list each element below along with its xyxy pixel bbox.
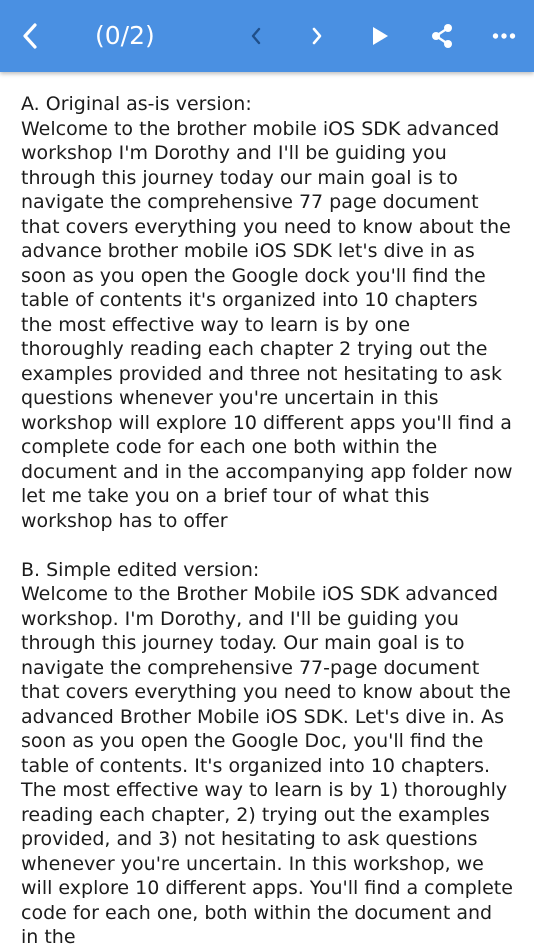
document-content[interactable]: A. Original as-is version: Welcome to th… xyxy=(0,72,534,950)
share-icon xyxy=(429,23,455,49)
more-button[interactable] xyxy=(482,0,526,72)
chevron-left-icon xyxy=(20,21,40,51)
section-b-heading: B. Simple edited version: xyxy=(21,558,260,581)
section-b-body: Welcome to the Brother Mobile iOS SDK ad… xyxy=(21,583,519,948)
previous-button[interactable] xyxy=(236,0,276,72)
section-a-heading: A. Original as-is version: xyxy=(21,93,252,115)
share-button[interactable] xyxy=(420,0,464,72)
document-text: A. Original as-is version: Welcome to th… xyxy=(0,72,534,950)
section-a-body: Welcome to the brother mobile iOS SDK ad… xyxy=(21,117,519,532)
more-horizontal-icon xyxy=(492,32,516,40)
back-button[interactable] xyxy=(8,0,52,72)
next-button[interactable] xyxy=(297,0,337,72)
play-icon xyxy=(371,26,389,46)
top-toolbar: (0/2) xyxy=(0,0,534,72)
page-counter-title: (0/2) xyxy=(95,21,155,50)
chevron-right-small-icon xyxy=(310,26,324,46)
play-button[interactable] xyxy=(360,0,400,72)
chevron-left-small-icon xyxy=(249,26,263,46)
